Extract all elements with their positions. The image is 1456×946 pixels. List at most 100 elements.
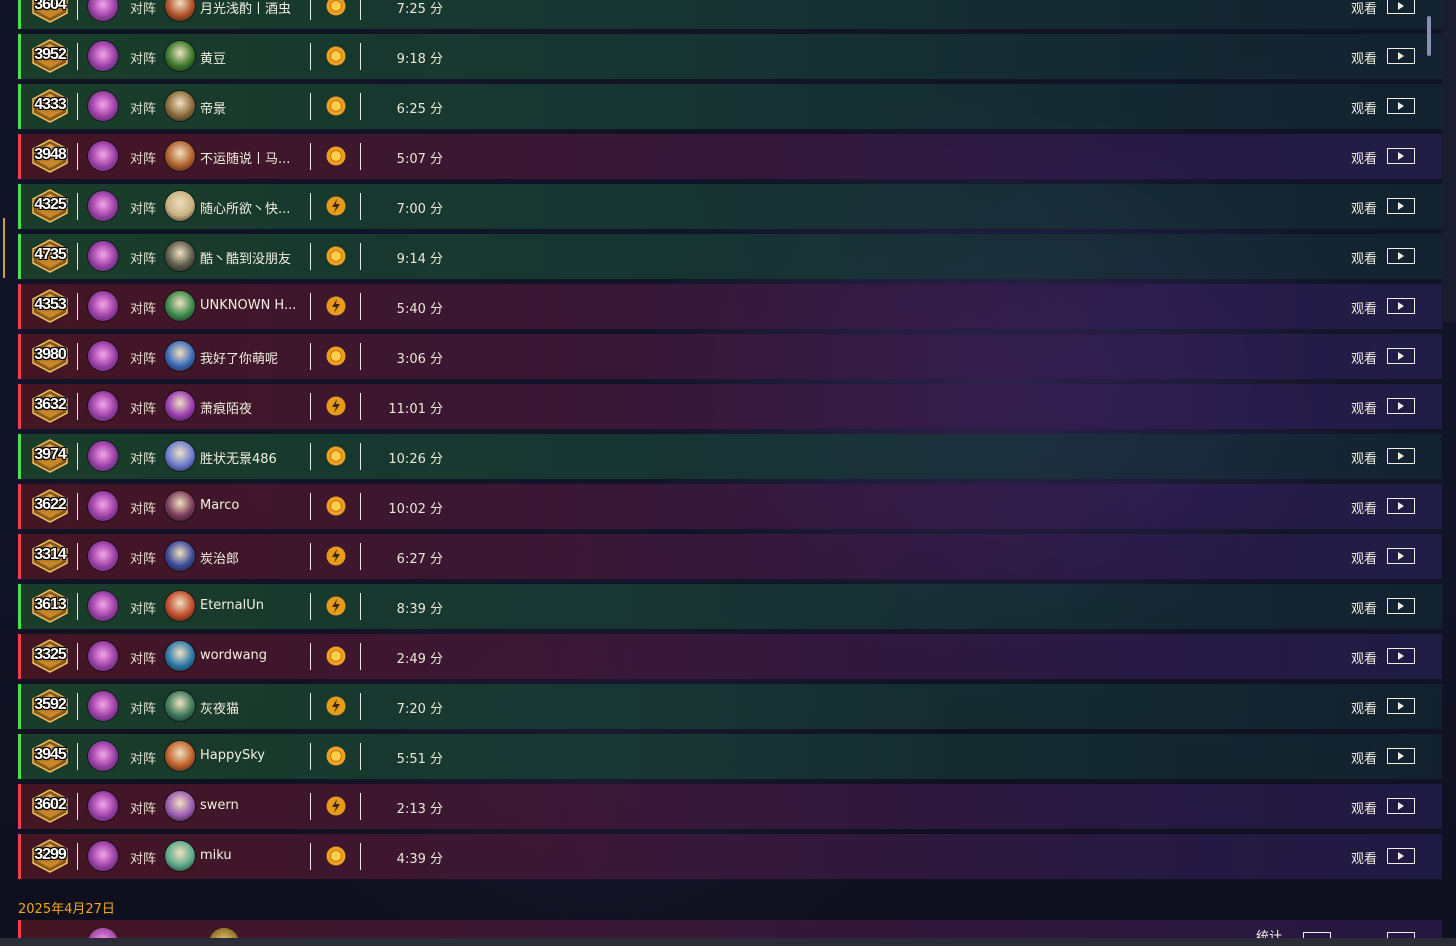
- table-row[interactable]: 3948 对阵 不运随说丨马... 5:07 分 观看: [18, 134, 1442, 179]
- play-button[interactable]: [1387, 298, 1415, 314]
- play-button[interactable]: [1387, 548, 1415, 564]
- match-duration: 7:20 分: [396, 702, 443, 717]
- table-row[interactable]: 3622 对阵 Marco 10:02 分 观看: [18, 484, 1442, 529]
- play-icon: [1398, 102, 1404, 110]
- watch-link[interactable]: 观看: [1351, 648, 1377, 667]
- play-button[interactable]: [1387, 748, 1415, 764]
- divider: [310, 793, 311, 820]
- watch-link[interactable]: 观看: [1351, 348, 1377, 367]
- play-button[interactable]: [1387, 98, 1415, 114]
- opponent-hero-avatar: [165, 741, 195, 771]
- rating-badge: 3602: [27, 789, 71, 823]
- opponent-name: 酷丶酷到没朋友: [200, 252, 292, 267]
- play-button[interactable]: [1387, 698, 1415, 714]
- watch-link[interactable]: 观看: [1351, 198, 1377, 217]
- watch-link[interactable]: 观看: [1351, 748, 1377, 767]
- watch-link[interactable]: 观看: [1351, 698, 1377, 717]
- opponent-hero-avatar: [165, 791, 195, 821]
- play-button[interactable]: [1387, 198, 1415, 214]
- table-row[interactable]: 3604 对阵 月光浅酌丨酒虫 7:25 分 观看: [18, 0, 1442, 29]
- play-button[interactable]: [1387, 598, 1415, 614]
- scrollbar-track[interactable]: [1442, 0, 1456, 322]
- play-button[interactable]: [1387, 248, 1415, 264]
- table-row[interactable]: 3613 对阵 EternalUn 8:39 分 观看: [18, 584, 1442, 629]
- watch-link[interactable]: 观看: [1351, 548, 1377, 567]
- vs-label: 对阵: [130, 152, 157, 167]
- divider: [360, 443, 361, 470]
- divider: [360, 693, 361, 720]
- watch-link[interactable]: 观看: [1351, 98, 1377, 117]
- coin-icon: [326, 446, 346, 466]
- play-button[interactable]: [1387, 398, 1415, 414]
- watch-link[interactable]: 观看: [1351, 848, 1377, 867]
- table-row[interactable]: 3632 对阵 萧痕陌夜 11:01 分 观看: [18, 384, 1442, 429]
- table-row[interactable]: 3592 对阵 灰夜猫 7:20 分 观看: [18, 684, 1442, 729]
- watch-link[interactable]: 观看: [1351, 498, 1377, 517]
- watch-link[interactable]: 观看: [1351, 148, 1377, 167]
- play-icon: [1398, 252, 1404, 260]
- table-row[interactable]: 4325 对阵 随心所欲丶快... 7:00 分 观看: [18, 184, 1442, 229]
- divider: [310, 343, 311, 370]
- table-row[interactable]: 4735 对阵 酷丶酷到没朋友 9:14 分 观看: [18, 234, 1442, 279]
- coin-icon: [326, 496, 346, 516]
- rating-badge: 3952: [27, 39, 71, 73]
- table-row[interactable]: 3974 对阵 胜状无景486 10:26 分 观看: [18, 434, 1442, 479]
- coin-icon: [326, 96, 346, 116]
- my-hero-avatar: [88, 491, 118, 521]
- divider: [77, 43, 78, 70]
- table-row[interactable]: 4333 对阵 帝景 6:25 分 观看: [18, 84, 1442, 129]
- watch-link[interactable]: 观看: [1351, 398, 1377, 417]
- table-row[interactable]: 3314 对阵 炭治郎 6:27 分 观看: [18, 534, 1442, 579]
- vs-label: 对阵: [130, 602, 157, 617]
- divider: [77, 343, 78, 370]
- opponent-hero-avatar: [165, 341, 195, 371]
- watch-link[interactable]: 观看: [1351, 598, 1377, 617]
- play-button[interactable]: [1387, 0, 1415, 14]
- table-row[interactable]: 3945 对阵 HappySky 5:51 分 观看: [18, 734, 1442, 779]
- rating-badge: 4325: [27, 189, 71, 223]
- opponent-name: 随心所欲丶快...: [200, 202, 291, 217]
- play-button[interactable]: [1387, 498, 1415, 514]
- rating-value: 3945: [34, 746, 67, 763]
- table-row[interactable]: 3980 对阵 我好了你萌呢 3:06 分 观看: [18, 334, 1442, 379]
- watch-link[interactable]: 观看: [1351, 798, 1377, 817]
- table-row[interactable]: 3325 对阵 wordwang 2:49 分 观看: [18, 634, 1442, 679]
- divider: [360, 0, 361, 20]
- play-button[interactable]: [1387, 348, 1415, 364]
- watch-link[interactable]: 观看: [1351, 48, 1377, 67]
- play-button[interactable]: [1387, 448, 1415, 464]
- opponent-name: miku: [200, 848, 232, 863]
- table-row[interactable]: 3602 对阵 swern 2:13 分 观看: [18, 784, 1442, 829]
- play-button[interactable]: [1387, 848, 1415, 864]
- divider: [310, 243, 311, 270]
- play-button[interactable]: [1387, 148, 1415, 164]
- play-button[interactable]: [1387, 798, 1415, 814]
- opponent-name: 帝景: [200, 102, 227, 117]
- table-row[interactable]: 3952 对阵 黄豆 9:18 分 观看: [18, 34, 1442, 79]
- divider: [360, 143, 361, 170]
- watch-link[interactable]: 观看: [1351, 298, 1377, 317]
- coin-icon: [326, 646, 346, 666]
- watch-link[interactable]: 观看: [1351, 448, 1377, 467]
- table-row[interactable]: 4353 对阵 UNKNOWN H... 5:40 分 观看: [18, 284, 1442, 329]
- table-row[interactable]: 3299 对阵 miku 4:39 分 观看: [18, 834, 1442, 879]
- vs-label: 对阵: [130, 2, 157, 17]
- date-heading: 2025年4月27日: [18, 902, 115, 917]
- rating-value: 3604: [34, 0, 67, 13]
- opponent-hero-avatar: [165, 441, 195, 471]
- opponent-name: Marco: [200, 498, 240, 513]
- my-hero-avatar: [88, 741, 118, 771]
- rating-badge: 3945: [27, 739, 71, 773]
- coin-icon: [326, 846, 346, 866]
- rating-badge: 4333: [27, 89, 71, 123]
- opponent-name: 我好了你萌呢: [200, 352, 279, 367]
- scrollbar-thumb[interactable]: [1427, 16, 1431, 56]
- play-button[interactable]: [1387, 48, 1415, 64]
- watch-link[interactable]: 观看: [1351, 248, 1377, 267]
- opponent-hero-avatar: [165, 691, 195, 721]
- play-button[interactable]: [1387, 648, 1415, 664]
- match-duration: 8:39 分: [396, 602, 443, 617]
- my-hero-avatar: [88, 291, 118, 321]
- opponent-name: 不运随说丨马...: [200, 152, 291, 167]
- watch-link[interactable]: 观看: [1351, 0, 1377, 17]
